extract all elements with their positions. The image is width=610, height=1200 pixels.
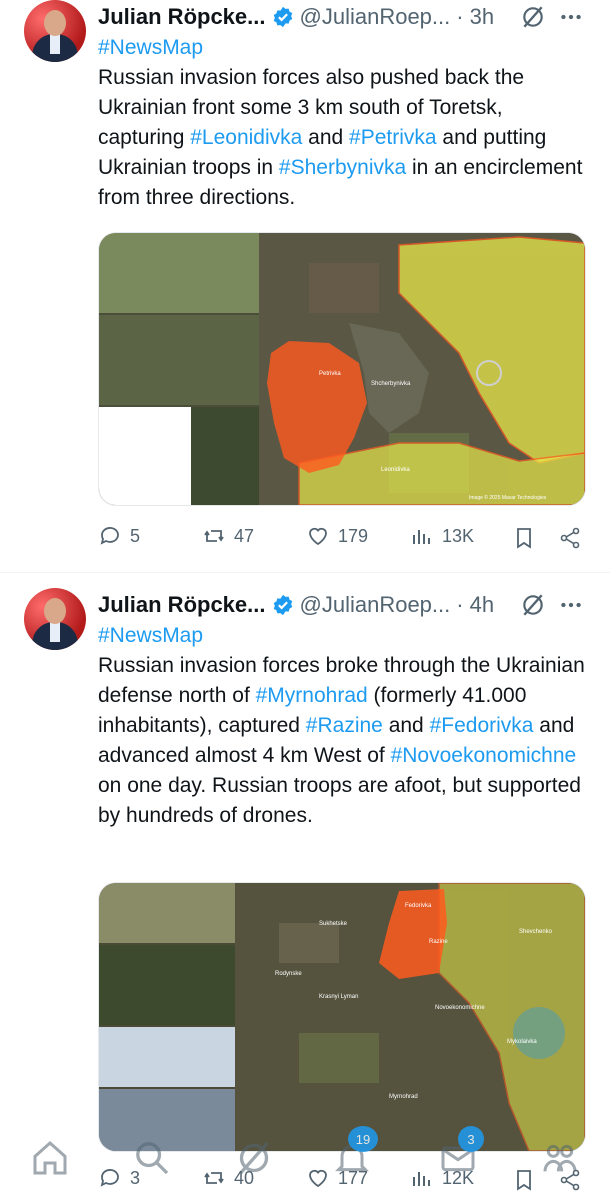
hashtag-link[interactable]: #Razine [306,714,383,737]
map-label-c: Razine [429,939,448,945]
tweet-text-segment: and [302,126,350,149]
map-image: Petrivka Shcherbynivka Leonidivka Image … [99,233,585,505]
reply-icon [100,527,119,545]
tweet-1[interactable]: Julian Röpcke... @JulianRoep... · 3h #Ne… [0,0,610,570]
tweet-divider [0,572,610,573]
tweet-text: #NewsMap Russian invasion forces also pus… [98,33,588,213]
tweet-2[interactable]: Julian Röpcke... @JulianRoep... · 4h #Ne… [0,588,610,1200]
map-label-d: Novoekonomichne [435,1005,485,1011]
heart-icon [309,527,327,546]
map-label-g: Shevchenko [519,929,553,935]
repost-button[interactable]: 47 [202,524,254,548]
hashtag-link[interactable]: #Sherbynivka [279,156,406,179]
hashtag-link[interactable]: #Leonidivka [190,126,302,149]
map-label-h: Krasnyi Lyman [319,994,358,1000]
grok-nav-icon[interactable] [234,1138,274,1178]
like-count: 179 [338,525,369,546]
notifications-badge: 19 [348,1126,378,1152]
map-label-i: Mykolaivka [507,1039,537,1045]
map-label-c: Leonidivka [381,467,410,473]
views-chart-icon [413,530,430,544]
messages-badge: 3 [458,1126,484,1152]
tweet-body: #NewsMap Russian invasion forces also pus… [98,33,588,213]
map-label-e: Myrnohrad [389,1094,418,1100]
grok-icon[interactable] [520,592,546,618]
tweet-time[interactable]: 4h [470,592,494,618]
map-label-f: Rodynske [275,971,302,977]
bottom-navigation: 19 3 [0,1126,610,1200]
tweet-actions: 5 47 179 13K [98,524,588,554]
repost-icon [204,530,224,542]
verified-badge-icon [273,594,292,616]
tweet-time[interactable]: 3h [470,4,494,30]
hashtag-link[interactable]: #NewsMap [98,624,203,647]
grok-icon[interactable] [520,4,546,30]
verified-badge-icon [273,6,292,28]
author-name[interactable]: Julian Röpcke... [98,4,266,30]
repost-count: 47 [234,525,255,546]
bookmark-icon[interactable] [512,526,536,550]
author-avatar[interactable] [24,0,86,62]
map-image: Sukhetske Fedorivka Razine Novoekonomich… [99,883,585,1151]
tweet-media-map[interactable]: Sukhetske Fedorivka Razine Novoekonomich… [98,882,586,1152]
hashtag-link[interactable]: #NewsMap [98,36,203,59]
reply-button[interactable]: 5 [98,524,140,548]
more-options-icon[interactable] [558,592,584,618]
hashtag-link[interactable]: #Novoekonomichne [391,744,577,767]
map-label-a: Petrivka [319,371,341,377]
home-icon[interactable] [30,1138,70,1178]
like-button[interactable]: 179 [306,524,368,548]
author-handle[interactable]: @JulianRoep... [300,4,451,30]
search-icon[interactable] [132,1138,172,1178]
views-button[interactable]: 13K [410,524,474,548]
separator-dot: · [456,4,464,29]
tweet-text: #NewsMap Russian invasion forces broke th… [98,621,588,831]
map-label-a: Sukhetske [319,921,348,927]
share-icon[interactable] [558,526,582,550]
hashtag-link[interactable]: #Petrivka [349,126,437,149]
author-handle[interactable]: @JulianRoep... [300,592,451,618]
hashtag-link[interactable]: #Fedorivka [430,714,534,737]
views-count: 13K [442,525,475,546]
communities-icon[interactable] [540,1138,580,1178]
tweet-text-segment: on one day. Russian troops are afoot, bu… [98,774,581,827]
separator-dot: · [456,592,464,617]
author-name[interactable]: Julian Röpcke... [98,592,266,618]
author-avatar[interactable] [24,588,86,650]
tweet-body: #NewsMap Russian invasion forces broke th… [98,621,588,831]
map-label-b: Fedorivka [405,903,432,909]
hashtag-link[interactable]: #Myrnohrad [256,684,368,707]
map-credit: Image © 2025 Maxar Technologies [469,494,547,501]
reply-count: 5 [130,525,141,546]
more-options-icon[interactable] [558,4,584,30]
tweet-media-map[interactable]: Petrivka Shcherbynivka Leonidivka Image … [98,232,586,506]
map-label-b: Shcherbynivka [371,381,411,387]
tweet-text-segment: and [382,714,430,737]
